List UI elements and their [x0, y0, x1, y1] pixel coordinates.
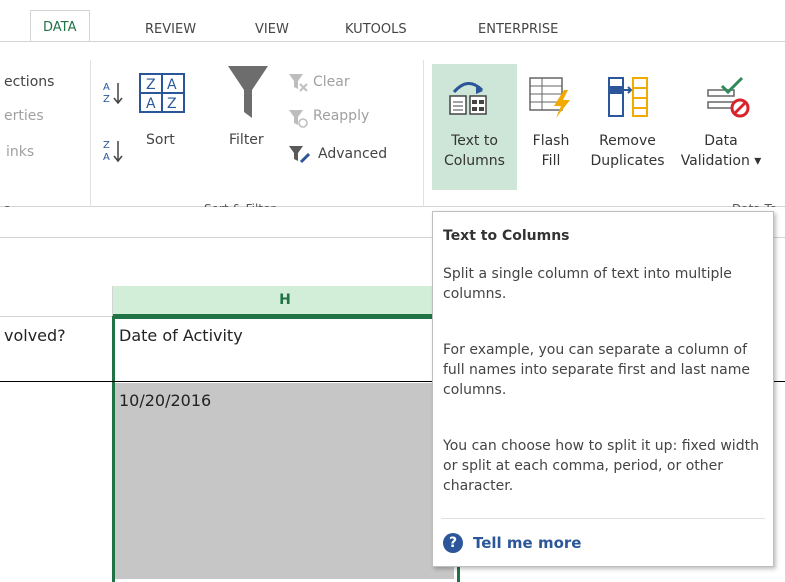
text-to-columns-button[interactable]: Text to Columns — [432, 64, 517, 190]
svg-text:Z: Z — [103, 140, 110, 151]
column-header-h[interactable]: H — [113, 286, 457, 316]
tab-review[interactable]: REVIEW — [145, 18, 196, 42]
sort-descending-icon[interactable]: Z A — [103, 138, 125, 168]
svg-text:Z: Z — [146, 77, 156, 93]
cell-date-value[interactable]: 10/20/2016 — [119, 386, 211, 416]
advanced-filter-icon — [288, 144, 311, 168]
text-to-columns-tooltip: Text to Columns Split a single column of… — [432, 211, 774, 567]
remove-duplicates-button[interactable]: Remove Duplicates — [585, 64, 670, 190]
group-separator — [90, 60, 91, 210]
data-validation-button[interactable]: Data Validation ▾ — [672, 64, 770, 190]
sort-button[interactable]: Sort — [146, 132, 175, 148]
advanced-button[interactable]: Advanced — [318, 146, 387, 162]
reapply-button[interactable]: Reapply — [313, 108, 369, 124]
cell-date-of-activity-header[interactable]: Date of Activity — [119, 316, 439, 382]
sort-ascending-icon[interactable]: A Z — [103, 80, 125, 110]
help-question-icon: ? — [443, 533, 463, 553]
svg-text:Z: Z — [167, 96, 177, 112]
connections-button[interactable]: ections — [4, 74, 54, 90]
ribbon: ections erties inks s A Z Z A Z A A Z So… — [0, 42, 785, 216]
tooltip-example: For example, you can separate a column o… — [443, 342, 751, 398]
data-validation-label-1: Data — [704, 133, 738, 149]
tooltip-title: Text to Columns — [443, 228, 570, 244]
edit-links-button[interactable]: inks — [6, 144, 34, 160]
cell-involved-header[interactable]: volved? — [4, 316, 109, 382]
flash-fill-button[interactable]: Flash Fill — [520, 64, 582, 190]
tooltip-description: Split a single column of text into multi… — [443, 266, 732, 302]
tell-me-more-label: Tell me more — [473, 534, 582, 552]
tooltip-divider — [441, 518, 765, 519]
flash-fill-label-1: Flash — [532, 133, 570, 149]
tooltip-options: You can choose how to split it up: fixed… — [443, 438, 759, 494]
properties-button[interactable]: erties — [4, 108, 44, 124]
filter-button[interactable]: Filter — [229, 132, 264, 148]
tab-kutools[interactable]: KUTOOLS — [345, 18, 407, 42]
svg-text:A: A — [103, 82, 110, 93]
remove-duplicates-icon — [607, 76, 649, 124]
svg-text:A: A — [103, 152, 110, 163]
clear-filter-icon — [288, 72, 308, 96]
reapply-icon — [288, 108, 308, 132]
svg-text:A: A — [167, 77, 177, 93]
tab-data[interactable]: DATA — [30, 10, 90, 43]
tell-me-more-link[interactable]: ? Tell me more — [443, 530, 581, 556]
tab-view[interactable]: VIEW — [255, 18, 289, 42]
text-to-columns-icon — [448, 78, 488, 122]
ribbon-tabs: DATA REVIEW VIEW KUTOOLS ENTERPRISE — [0, 0, 785, 43]
text-to-columns-label-1: Text to — [451, 133, 498, 149]
remove-duplicates-label-2: Duplicates — [590, 153, 665, 169]
data-validation-icon — [706, 76, 750, 126]
svg-text:A: A — [146, 96, 156, 112]
flash-fill-icon — [528, 76, 574, 126]
filter-funnel-icon[interactable] — [226, 62, 270, 126]
remove-duplicates-label-1: Remove — [599, 133, 656, 149]
data-validation-label-2: Validation ▾ — [680, 153, 762, 169]
flash-fill-label-2: Fill — [541, 153, 561, 169]
tab-enterprise[interactable]: ENTERPRISE — [478, 18, 558, 42]
text-to-columns-label-2: Columns — [444, 153, 505, 169]
svg-text:Z: Z — [103, 94, 110, 105]
column-header-g[interactable] — [0, 286, 113, 317]
group-separator — [423, 60, 424, 210]
clear-button[interactable]: Clear — [313, 74, 350, 90]
sort-dialog-icon[interactable]: Z A A Z — [138, 72, 186, 118]
